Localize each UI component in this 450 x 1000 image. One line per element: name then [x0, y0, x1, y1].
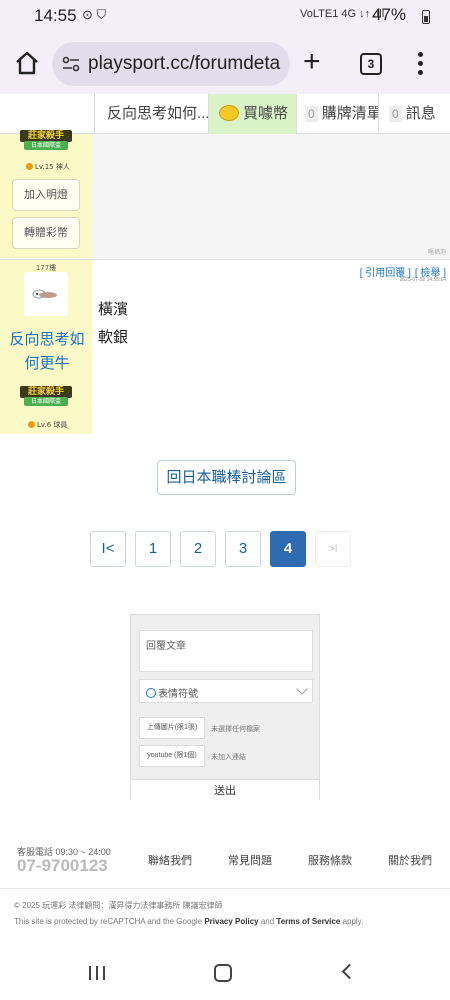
user-level-text: Lv.6 球員	[37, 421, 68, 429]
post-content-area: [ 引用回覆 ][ 檢舉 ] 2025-07-02 14:55:14 橫濱 軟銀	[92, 260, 450, 434]
chevron-down-icon	[296, 683, 308, 695]
purchase-list-label: 購牌清單	[321, 105, 378, 122]
rank-badge: 莊家殺手 日本國際盃	[20, 386, 72, 408]
footer-link-contact[interactable]: 聯絡我們	[148, 852, 192, 868]
privacy-policy-link[interactable]: Privacy Policy	[204, 917, 258, 926]
purchase-list-link[interactable]: 0 購牌清單	[296, 94, 378, 134]
signature-label: 暱稱泡	[427, 249, 446, 256]
more-menu-icon[interactable]	[418, 52, 424, 76]
first-page-button[interactable]: I<	[90, 531, 126, 567]
emoji-dropdown-label: 表情符號	[158, 689, 198, 700]
status-bar: 14:55 ⊙ ⛉ VoLTE1 4G ↓↑ .ıll 47%	[0, 0, 450, 34]
upload-image-status: 未選擇任何檔案	[211, 726, 260, 733]
recaptcha-and: and	[260, 917, 275, 926]
footer-divider	[0, 888, 450, 889]
home-icon[interactable]	[14, 50, 40, 76]
footer-link-faq[interactable]: 常見問題	[228, 852, 272, 868]
url-text[interactable]: playsport.cc/forumdeta	[88, 53, 280, 75]
post-timestamp: 2025-07-02 14:55:14	[399, 277, 446, 283]
user-level: Lv.6 球員	[28, 420, 67, 430]
youtube-link-button[interactable]: youtube (限1個)	[139, 745, 205, 767]
level-icon	[28, 421, 35, 428]
last-page-button[interactable]: >I	[315, 531, 351, 567]
page-button-1[interactable]: 1	[135, 531, 171, 567]
emoji-dropdown[interactable]: 表情符號	[139, 679, 313, 703]
add-light-button[interactable]: 加入明燈	[12, 179, 80, 211]
forum-nav-bar: 反向思考如何... 買噱幣 0 購牌清單 0 訊息	[0, 94, 450, 134]
rank-badge: 莊家殺手 日本國際盃	[20, 130, 72, 152]
author-username[interactable]: 反向思考如何更牛	[4, 328, 90, 376]
purchase-list-count: 0	[305, 106, 318, 122]
site-settings-icon[interactable]	[62, 55, 80, 73]
thread-title-link[interactable]: 反向思考如何...	[94, 94, 208, 134]
post-content-area: 暱稱泡	[92, 134, 450, 258]
buy-coins-button[interactable]: 買噱幣	[208, 94, 296, 134]
buy-coins-label: 買噱幣	[243, 105, 289, 122]
tab-switcher-button[interactable]: 3	[360, 53, 382, 75]
status-time: 14:55	[34, 6, 77, 25]
footer-link-about[interactable]: 關於我們	[388, 852, 432, 868]
new-tab-icon[interactable]: +	[303, 47, 321, 77]
recaptcha-notice: This site is protected by reCAPTCHA and …	[14, 917, 363, 926]
post-body-line: 橫濱	[98, 301, 129, 318]
submit-button[interactable]: 送出	[131, 779, 319, 801]
page-button-4-current[interactable]: 4	[270, 531, 306, 567]
user-level: Lv.15 神人	[26, 162, 70, 172]
youtube-link-status: 未加入連結	[211, 754, 246, 761]
service-phone[interactable]: 07-9700123	[17, 856, 108, 876]
recaptcha-text: This site is protected by reCAPTCHA and …	[14, 917, 203, 926]
browser-toolbar: playsport.cc/forumdeta + 3	[0, 34, 450, 94]
badge-subtitle: 日本國際盃	[24, 397, 68, 406]
terms-of-service-link[interactable]: Terms of Service	[276, 917, 340, 926]
recent-apps-icon[interactable]	[89, 966, 105, 980]
avatar[interactable]	[24, 272, 68, 316]
address-bar[interactable]: playsport.cc/forumdeta	[52, 42, 290, 86]
copyright-text: © 2025 玩運彩 法律顧問：漢昇得力法律事務所 陳議宏律師	[14, 901, 223, 910]
home-button-icon[interactable]	[214, 964, 232, 982]
back-icon[interactable]	[341, 963, 358, 980]
reply-form: 回覆文章 表情符號 上傳圖片(限1張) 未選擇任何檔案 youtube (限1個…	[130, 614, 320, 801]
upload-image-button[interactable]: 上傳圖片(限1張)	[139, 717, 205, 739]
smiley-icon	[146, 688, 156, 698]
reply-textarea[interactable]: 回覆文章	[139, 630, 313, 672]
recaptcha-apply: apply.	[342, 917, 364, 926]
author-panel: 莊家殺手 日本國際盃 Lv.15 神人 加入明燈 轉贈彩幣	[0, 130, 92, 258]
post-body-line: 軟銀	[98, 329, 129, 346]
user-level-text: Lv.15 神人	[35, 163, 70, 171]
forum-post-previous: 莊家殺手 日本國際盃 Lv.15 神人 加入明燈 轉贈彩幣 暱稱泡	[0, 130, 450, 258]
battery-icon	[422, 10, 430, 24]
battery-percent: 47%	[372, 5, 407, 24]
badge-subtitle: 日本國際盃	[24, 141, 68, 150]
author-panel: 177樓 反向思考如何更牛 莊家殺手 日本國際盃 Lv.6 球員	[0, 260, 92, 434]
messages-link[interactable]: 0 訊息	[378, 94, 450, 134]
system-nav-bar	[0, 950, 450, 1000]
page-button-3[interactable]: 3	[225, 531, 261, 567]
post-body: 橫濱 軟銀	[98, 296, 128, 352]
back-to-forum-button[interactable]: 回日本職棒討論區	[157, 460, 296, 495]
forum-post: 177樓 反向思考如何更牛 莊家殺手 日本國際盃 Lv.6 球員 [ 引用回覆 …	[0, 259, 450, 434]
footer-link-terms[interactable]: 服務條款	[308, 852, 352, 868]
gift-coins-button[interactable]: 轉贈彩幣	[12, 217, 80, 249]
notification-icons: ⊙ ⛉	[82, 7, 107, 22]
coin-icon	[219, 105, 239, 121]
messages-count: 0	[389, 106, 402, 122]
page-button-2[interactable]: 2	[180, 531, 216, 567]
messages-label: 訊息	[405, 105, 436, 122]
level-icon	[26, 163, 33, 170]
